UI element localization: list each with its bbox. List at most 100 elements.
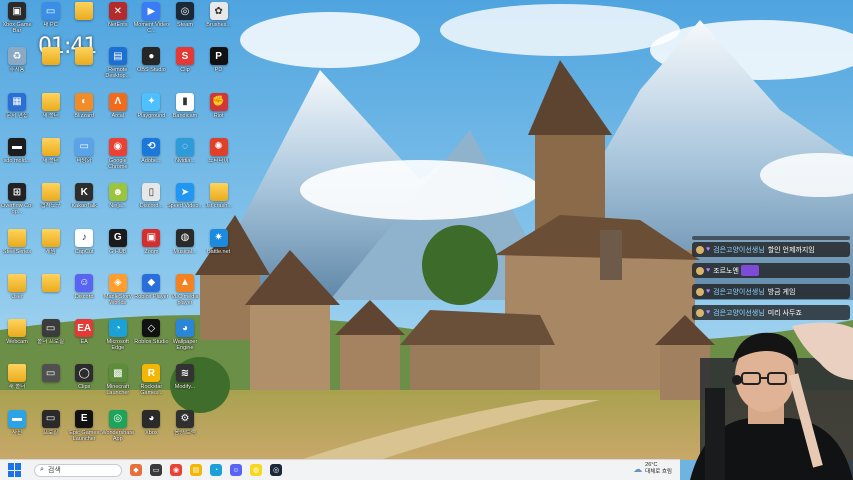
desktop-icon[interactable] [34, 272, 68, 316]
desktop-icon[interactable]: ◍ Musical... [168, 227, 202, 271]
desktop-icon[interactable]: 새 폴더 [0, 362, 34, 406]
desktop-icon[interactable]: ≋ Modify... [168, 362, 202, 406]
desktop-icon[interactable]: ▭ [34, 362, 68, 406]
steam-icon[interactable]: ◎ [270, 464, 282, 476]
task-view-icon[interactable]: ▭ [150, 464, 162, 476]
desktop-icon[interactable]: ✦ Playground [134, 91, 168, 135]
desktop-icon[interactable]: ◕ Xbox [134, 408, 168, 452]
desktop-icon[interactable]: ✿ Brushes... [202, 0, 236, 44]
desktop-icon[interactable]: ✕ NetEnts [101, 0, 135, 44]
desktop-icon-label: 프로필 [43, 429, 59, 436]
app-icon: ◯ [75, 364, 94, 383]
desktop-icon[interactable] [34, 45, 68, 89]
desktop-icon[interactable]: ☺ Discord [67, 272, 101, 316]
desktop-icon[interactable]: ➤ Speed Video... [167, 181, 203, 225]
desktop-icon[interactable]: ● OBS Studio [134, 45, 168, 89]
desktop-icon[interactable]: 새 폴더 [34, 136, 68, 180]
desktop-icon-label: 새 폴더 [42, 112, 59, 119]
desktop-icon-label: EA [80, 339, 88, 346]
desktop-icon-label: SteelSeries [2, 248, 32, 255]
taskbar-search-box[interactable]: ⌕ 검색 [34, 463, 122, 477]
desktop-icon[interactable]: ✷ Battle.net [202, 227, 236, 271]
app-icon: ✊ [209, 92, 228, 111]
chat-text: 미리 사두죠 [767, 309, 802, 317]
desktop-icon-label: G HUB [109, 248, 127, 255]
desktop-icon[interactable]: ▭ 프로필 [34, 408, 68, 452]
desktop-icon[interactable]: ◌ Nvidia... [168, 136, 202, 180]
folder-icon [75, 47, 94, 66]
desktop-icon[interactable]: ▮ Bandicam [168, 91, 202, 135]
desktop-icon[interactable]: ▬ 사진 [0, 408, 34, 452]
desktop-icon[interactable]: ◕ Wallpaper Engine [168, 317, 202, 361]
desktop-icon[interactable]: Λ Arcal [101, 91, 135, 135]
desktop-icon-label: Webcam [6, 339, 28, 346]
app-icon: ▭ [41, 364, 60, 383]
desktop-icon[interactable]: ▶ Moment Video C... [134, 0, 169, 44]
desktop-icon[interactable]: ⚙ 음량 트랙 [168, 408, 202, 452]
discord-icon[interactable]: ☺ [230, 464, 242, 476]
desktop-icon[interactable]: ▦ 문서 편집 [0, 91, 34, 135]
chat-nickname[interactable]: 검은고양이선생님 [713, 245, 765, 255]
desktop-icon[interactable]: ▲ VLC media player [168, 272, 202, 316]
desktop-icon[interactable]: ▣ Xbox Game Bar [0, 0, 34, 44]
edge-icon[interactable]: ◔ [210, 464, 222, 476]
desktop-icon[interactable]: ✊ Riot [202, 91, 236, 135]
desktop-icon[interactable]: ◯ Clips [67, 362, 101, 406]
desktop-icon-label: Musical... [173, 248, 197, 255]
app-icon: ✕ [108, 2, 127, 20]
weather-widget[interactable]: ☁ 26°C 대체로 흐림 [633, 462, 672, 476]
file-explorer-icon[interactable]: ▤ [190, 464, 202, 476]
kakaotalk-icon[interactable]: ◍ [250, 464, 262, 476]
desktop-icon[interactable] [67, 0, 101, 44]
app-icon: EA [75, 319, 94, 338]
desktop-icon[interactable]: EA EA [67, 317, 101, 361]
desktop-icon[interactable]: ◇ Roblox Studio [134, 317, 169, 361]
desktop-icon[interactable]: ▬ sdo mold... [0, 136, 34, 180]
app-icon: ≋ [176, 364, 194, 383]
desktop-icon[interactable]: ▭ 내 PC [34, 0, 68, 44]
desktop-icon[interactable]: SteelSeries [0, 227, 34, 271]
stream-chat-overlay: ♥ 검은고양이선생님 할인 언제까지임 ♥ 조르노엔 ♥ 검은고양이선생님 방금 게임 ♥ 검은고… [692, 236, 850, 326]
desktop-icon[interactable]: P PD [202, 45, 236, 89]
desktop-icon[interactable]: ▭ 폴더 프로필 [34, 317, 68, 361]
desktop-icon[interactable]: ▤ Remote Desktop... [101, 45, 135, 89]
desktop-icon[interactable]: E Epic Games Launcher [67, 408, 101, 452]
desktop-icon[interactable]: R Rockstar Games... [134, 362, 168, 406]
desktop-icon[interactable]: ◐ Blizzard [67, 91, 101, 135]
desktop-icon[interactable]: K KakaoTalk [67, 181, 101, 225]
chat-nickname[interactable]: 검은고양이선생님 [713, 287, 765, 297]
game-icon[interactable]: ◆ [130, 464, 142, 476]
desktop-icon[interactable]: Jst crash... [202, 181, 236, 225]
desktop-icon[interactable]: ♪ CapCut [67, 227, 101, 271]
desktop-icon[interactable]: ▩ Minecraft Launcher [101, 362, 135, 406]
desktop-icon[interactable]: User [0, 272, 34, 316]
start-button[interactable] [8, 463, 22, 477]
desktop-icon-label: CapCut [74, 248, 94, 255]
desktop-icon[interactable]: ◆ Roblox Player [134, 272, 169, 316]
desktop-icon[interactable]: ⟲ Adobe... [134, 136, 168, 180]
desktop-icon[interactable]: ▭ 바탕화 [67, 136, 101, 180]
desktop-icon[interactable]: ◎ Wondershare App [101, 408, 135, 452]
desktop-icon[interactable]: 캡처도구 [34, 181, 68, 225]
desktop-icon[interactable]: ◈ MapleStory Worlds [101, 272, 135, 316]
desktop-icon[interactable]: ◉ Google Chrome [101, 136, 135, 180]
chrome-icon[interactable]: ◉ [170, 464, 182, 476]
desktop-icon[interactable]: 게임 [34, 227, 68, 271]
desktop-icon[interactable]: ◔ Microsoft Edge [101, 317, 135, 361]
desktop-icon-label: Xbox [145, 429, 158, 436]
desktop-icon[interactable] [67, 45, 101, 89]
desktop-icon[interactable]: ♻ 휴지통 [0, 45, 34, 89]
desktop-icon[interactable]: ▯ Discord... [134, 181, 168, 225]
desktop-icon[interactable]: ▣ Zoom [134, 227, 168, 271]
desktop-icon[interactable]: 새 폴더 [34, 91, 68, 135]
chat-nickname[interactable]: 검은고양이선생님 [713, 308, 765, 318]
desktop-icon-label: Nvidia... [175, 157, 195, 164]
desktop-icon[interactable]: S Clip [168, 45, 202, 89]
desktop-icon[interactable]: ✺ 노티파이 [202, 136, 236, 180]
desktop-icon[interactable]: Webcam [0, 317, 34, 361]
desktop-icon-label: sdo mold... [3, 157, 31, 164]
desktop-icon[interactable]: GG HUB [101, 227, 135, 271]
desktop-icon[interactable]: ⊞ Overflow Co-op... [0, 181, 34, 225]
desktop-icon[interactable]: ◎ Steam [168, 0, 202, 44]
desktop-icon[interactable]: ☻ Ninja... [101, 181, 135, 225]
